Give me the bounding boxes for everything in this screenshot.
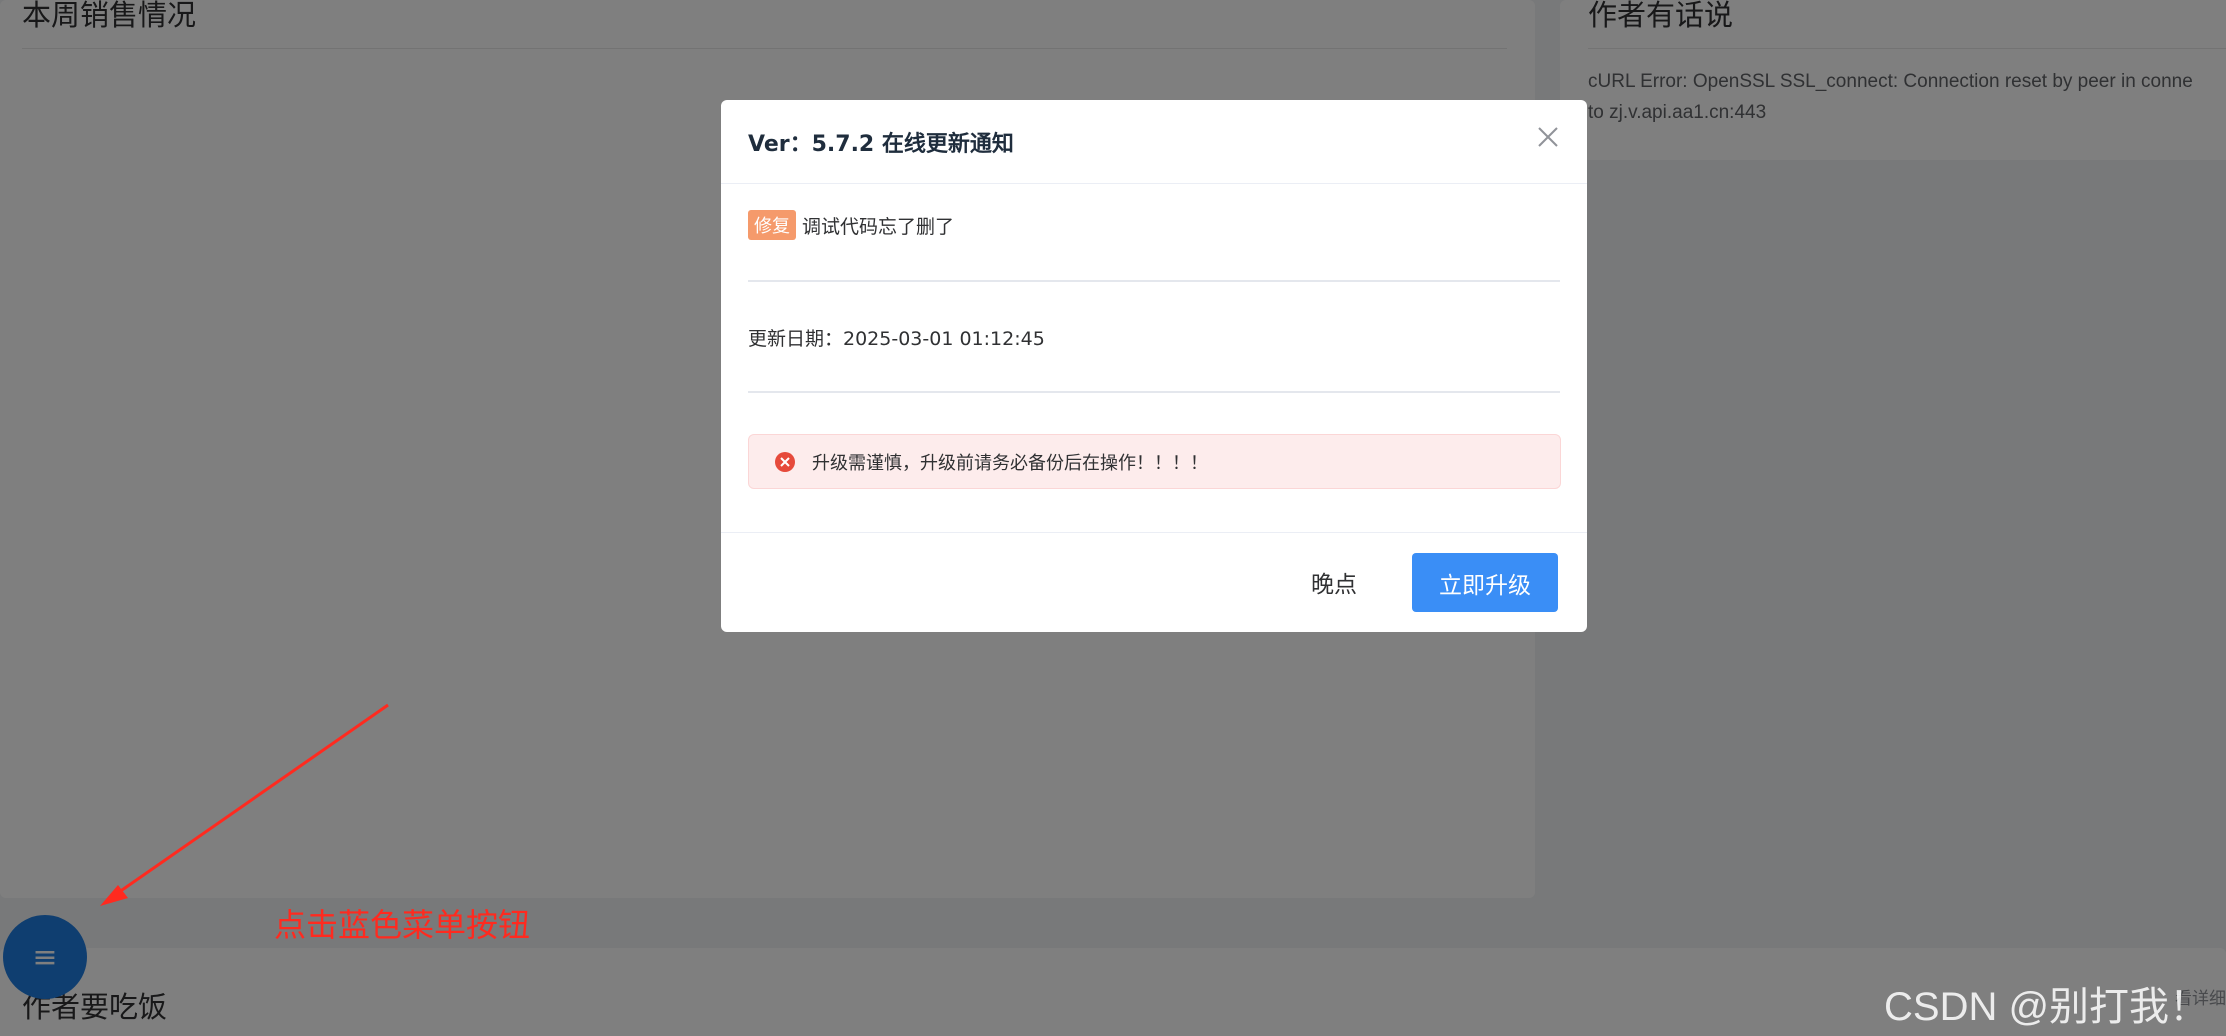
csdn-watermark: CSDN @别打我！ (1884, 985, 2210, 1029)
update-dialog: Ver：5.7.2 在线更新通知 修复 调试代码忘了删了 更新日期：2025-0… (721, 100, 1587, 632)
fix-tag: 修复 (748, 210, 796, 240)
change-text: 调试代码忘了删了 (802, 215, 955, 238)
close-icon (1538, 127, 1558, 147)
dialog-footer: 晚点 立即升级 (721, 532, 1587, 632)
dialog-title: Ver：5.7.2 在线更新通知 (748, 132, 1014, 157)
page: 本周销售情况 作者有话说 cURL Error: OpenSSL SSL_con… (0, 0, 2226, 1036)
update-date: 更新日期：2025-03-01 01:12:45 (748, 328, 1045, 350)
warning-alert: 升级需谨慎，升级前请务必备份后在操作！！！！ (748, 434, 1561, 489)
divider (748, 391, 1560, 393)
upgrade-now-button[interactable]: 立即升级 (1412, 553, 1558, 612)
dialog-header: Ver：5.7.2 在线更新通知 (721, 100, 1587, 184)
later-button[interactable]: 晚点 (1284, 553, 1384, 611)
error-circle-icon (775, 451, 795, 472)
close-button[interactable] (1533, 122, 1563, 152)
change-item: 修复 调试代码忘了删了 (748, 209, 954, 241)
divider (748, 280, 1560, 282)
alert-text: 升级需谨慎，升级前请务必备份后在操作！！！！ (812, 452, 1208, 474)
annotation-text: 点击蓝色菜单按钮 (274, 906, 531, 944)
